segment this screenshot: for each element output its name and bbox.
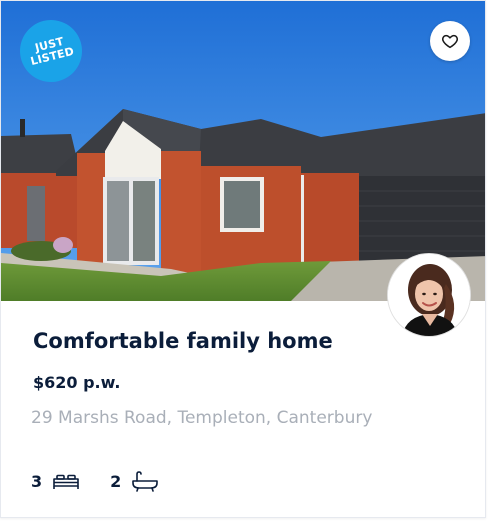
property-features: 3 2 <box>31 469 159 493</box>
agent-avatar[interactable] <box>388 254 470 336</box>
listing-card[interactable]: JUST LISTED Comfortable family home $620… <box>0 0 486 518</box>
bedroom-count: 3 <box>31 471 43 491</box>
bathroom-count: 2 <box>110 471 122 491</box>
bed-icon <box>52 472 80 490</box>
bathtub-icon <box>131 470 159 492</box>
favourite-button[interactable] <box>430 21 470 61</box>
listing-title[interactable]: Comfortable family home <box>33 329 333 353</box>
listing-price: $620 p.w. <box>33 373 121 392</box>
heart-icon <box>442 34 458 49</box>
listing-address: 29 Marshs Road, Templeton, Canterbury <box>31 408 373 428</box>
